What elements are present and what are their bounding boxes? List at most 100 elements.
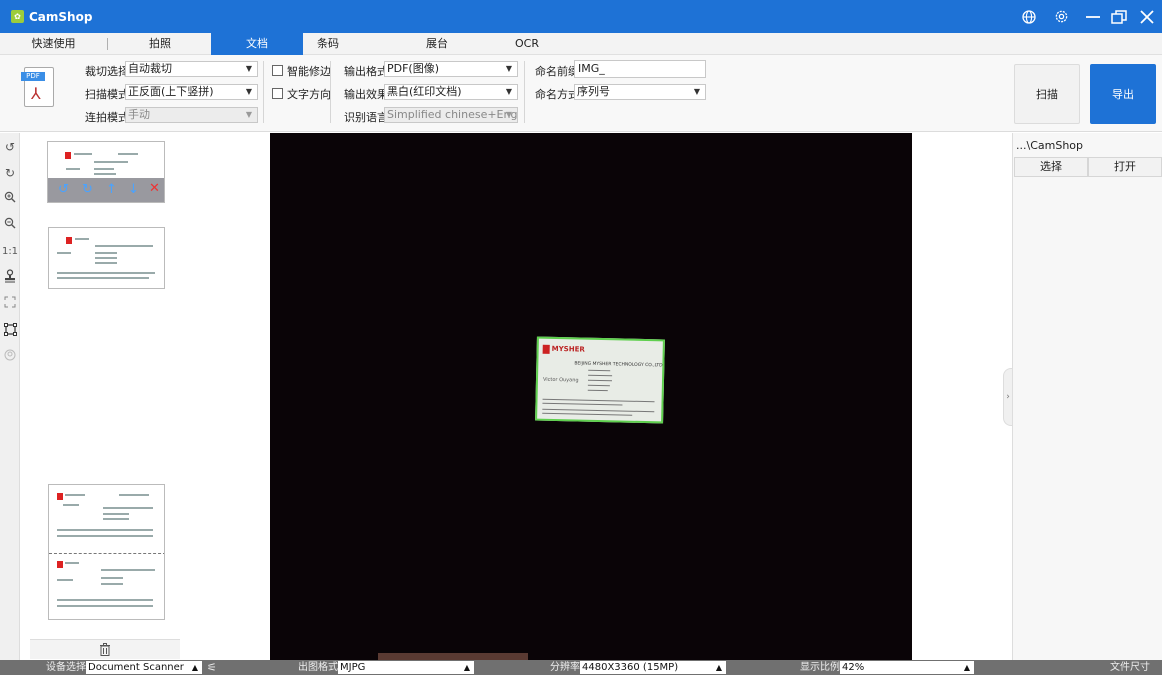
rotate-right-icon[interactable]: ↻ — [2, 163, 18, 183]
left-tool-column: ↺ ↻ 1:1 — [0, 133, 20, 660]
move-down-icon[interactable]: ↓ — [128, 182, 139, 197]
save-path-panel: ...\CamShop 选择 打开 — [1012, 133, 1162, 660]
tab-photo[interactable]: 拍照 — [110, 33, 210, 55]
resolution-value: 4480X3360 (15MP) — [582, 662, 679, 673]
save-path-text: ...\CamShop — [1016, 139, 1083, 152]
device-select-dropdown[interactable]: Document Scanner ▲ — [86, 661, 202, 674]
status-bar: 设备选择 Document Scanner ▲ ⚟ 出图格式 MJPG ▲ 分辨率 … — [0, 660, 1162, 675]
delete-x-icon[interactable]: ✕ — [149, 181, 160, 196]
settings-gear-icon[interactable] — [1046, 0, 1076, 33]
zoom-in-icon[interactable] — [2, 187, 18, 207]
output-effect-label: 输出效果 — [344, 88, 388, 101]
zoom-out-icon[interactable] — [2, 213, 18, 233]
thumbnail-panel: ↺ ↻ ↑ ↓ ✕ — [20, 133, 270, 660]
resolution-dropdown[interactable]: 4480X3360 (15MP) ▲ — [580, 661, 726, 674]
thumbnail-1[interactable]: ↺ ↻ ↑ ↓ ✕ — [47, 141, 165, 203]
app-title: CamShop — [29, 9, 93, 24]
title-bar: ✿ CamShop — [0, 0, 1162, 33]
dropdown-arrow-icon: ▲ — [963, 663, 970, 672]
camera-preview[interactable]: MYSHER BEIJING MYSHER TECHNOLOGY CO.,LTD… — [270, 133, 912, 660]
tab-visualizer[interactable]: 展台 — [409, 33, 465, 55]
continuous-mode-dropdown[interactable]: 手动 ▼ — [125, 107, 258, 123]
actual-size-icon[interactable]: 1:1 — [2, 241, 18, 261]
trash-icon — [100, 643, 110, 656]
tab-bar: 快速使用 拍照 文档 条码 展台 OCR — [0, 33, 1162, 55]
tab-barcode[interactable]: 条码 — [303, 33, 353, 55]
zoom-ratio-value: 42% — [842, 662, 865, 673]
stamp-icon[interactable] — [2, 266, 18, 286]
name-prefix-input[interactable]: IMG_ — [574, 60, 706, 78]
name-prefix-label: 命名前缀 — [535, 65, 579, 78]
smart-edge-label: 智能修边 — [287, 65, 331, 78]
dropdown-arrow-icon: ▼ — [505, 110, 512, 119]
delete-all-button[interactable] — [30, 639, 180, 659]
card-person: Victor Ouyang — [542, 376, 579, 384]
dropdown-arrow-icon: ▲ — [715, 663, 722, 672]
globe-icon[interactable] — [1014, 0, 1044, 33]
output-format-status-dropdown[interactable]: MJPG ▲ — [338, 661, 474, 674]
file-size-label: 文件尺寸 — [1110, 662, 1150, 673]
continuous-mode-label: 连拍模式 — [85, 111, 129, 124]
ocr-language-label: 识别语言 — [344, 111, 388, 124]
device-settings-icon[interactable]: ⚟ — [207, 660, 217, 675]
dropdown-arrow-icon: ▼ — [245, 110, 252, 119]
zoom-ratio-label: 显示比例 — [800, 662, 840, 673]
tab-document[interactable]: 文档 — [211, 33, 303, 55]
crop-frame-icon[interactable] — [2, 319, 18, 339]
business-card: MYSHER BEIJING MYSHER TECHNOLOGY CO.,LTD… — [535, 336, 665, 424]
rotate-left-icon[interactable]: ↺ — [2, 137, 18, 157]
select-folder-button[interactable]: 选择 — [1014, 157, 1088, 177]
crop-select-dropdown[interactable]: 自动裁切 ▼ — [125, 61, 258, 77]
document-toolbar: PDF ⅄ 裁切选择 自动裁切 ▼ 扫描模式 正反面(上下竖拼) ▼ 连拍模式 手动… — [0, 55, 1162, 132]
toolbar-divider — [524, 61, 525, 123]
dropdown-arrow-icon: ▼ — [505, 87, 512, 96]
toolbar-divider — [330, 61, 331, 123]
thumbnail-3[interactable] — [48, 484, 165, 620]
tab-divider — [107, 38, 108, 50]
ocr-language-dropdown[interactable]: Simplified chinese+English▼ — [384, 107, 518, 123]
scan-mode-value: 正反面(上下竖拼) — [128, 85, 214, 98]
device-select-value: Document Scanner — [88, 662, 184, 673]
panel-collapse-handle[interactable]: › — [1003, 368, 1012, 426]
restore-icon[interactable] — [1104, 0, 1134, 33]
dropdown-arrow-icon: ▼ — [505, 64, 512, 73]
dropdown-arrow-icon: ▲ — [463, 663, 470, 672]
fit-screen-icon[interactable] — [2, 292, 18, 312]
resolution-label: 分辨率 — [550, 662, 580, 673]
thumbnail-action-bar: ↺ ↻ ↑ ↓ ✕ — [48, 178, 164, 202]
scan-button[interactable]: 扫描 — [1014, 64, 1080, 124]
tab-quick-start[interactable]: 快速使用 — [0, 33, 107, 55]
thumbnail-2[interactable] — [48, 227, 165, 289]
output-format-dropdown[interactable]: PDF(图像) ▼ — [384, 61, 518, 77]
text-direction-checkbox[interactable] — [272, 88, 283, 99]
output-format-value: PDF(图像) — [387, 62, 440, 75]
tab-ocr[interactable]: OCR — [502, 33, 552, 55]
output-format-status-value: MJPG — [340, 662, 366, 673]
smart-edge-checkbox[interactable] — [272, 65, 283, 76]
face-detect-icon[interactable] — [2, 345, 18, 365]
card-logo-icon — [542, 344, 550, 354]
zoom-ratio-dropdown[interactable]: 42% ▲ — [840, 661, 974, 674]
output-effect-value: 黑白(红印文档) — [387, 85, 462, 98]
card-company: BEIJING MYSHER TECHNOLOGY CO.,LTD — [574, 361, 663, 369]
rotate-left-icon[interactable]: ↺ — [58, 182, 69, 197]
close-icon[interactable] — [1132, 0, 1162, 33]
dropdown-arrow-icon: ▼ — [693, 87, 700, 96]
naming-mode-dropdown[interactable]: 序列号 ▼ — [574, 84, 706, 100]
move-up-icon[interactable]: ↑ — [106, 182, 117, 197]
output-format-status-label: 出图格式 — [298, 662, 338, 673]
dropdown-arrow-icon: ▲ — [191, 663, 198, 672]
open-folder-button[interactable]: 打开 — [1088, 157, 1162, 177]
export-button[interactable]: 导出 — [1090, 64, 1156, 124]
scan-mode-dropdown[interactable]: 正反面(上下竖拼) ▼ — [125, 84, 258, 100]
dropdown-arrow-icon: ▼ — [245, 87, 252, 96]
text-direction-label: 文字方向 — [287, 88, 331, 101]
desk-edge — [378, 653, 528, 660]
crop-select-label: 裁切选择 — [85, 65, 129, 78]
naming-mode-label: 命名方式 — [535, 88, 579, 101]
output-effect-dropdown[interactable]: 黑白(红印文档) ▼ — [384, 84, 518, 100]
output-format-label: 输出格式 — [344, 65, 388, 78]
rotate-right-icon[interactable]: ↻ — [82, 182, 93, 197]
dropdown-arrow-icon: ▼ — [245, 64, 252, 73]
card-brand: MYSHER — [551, 344, 585, 354]
